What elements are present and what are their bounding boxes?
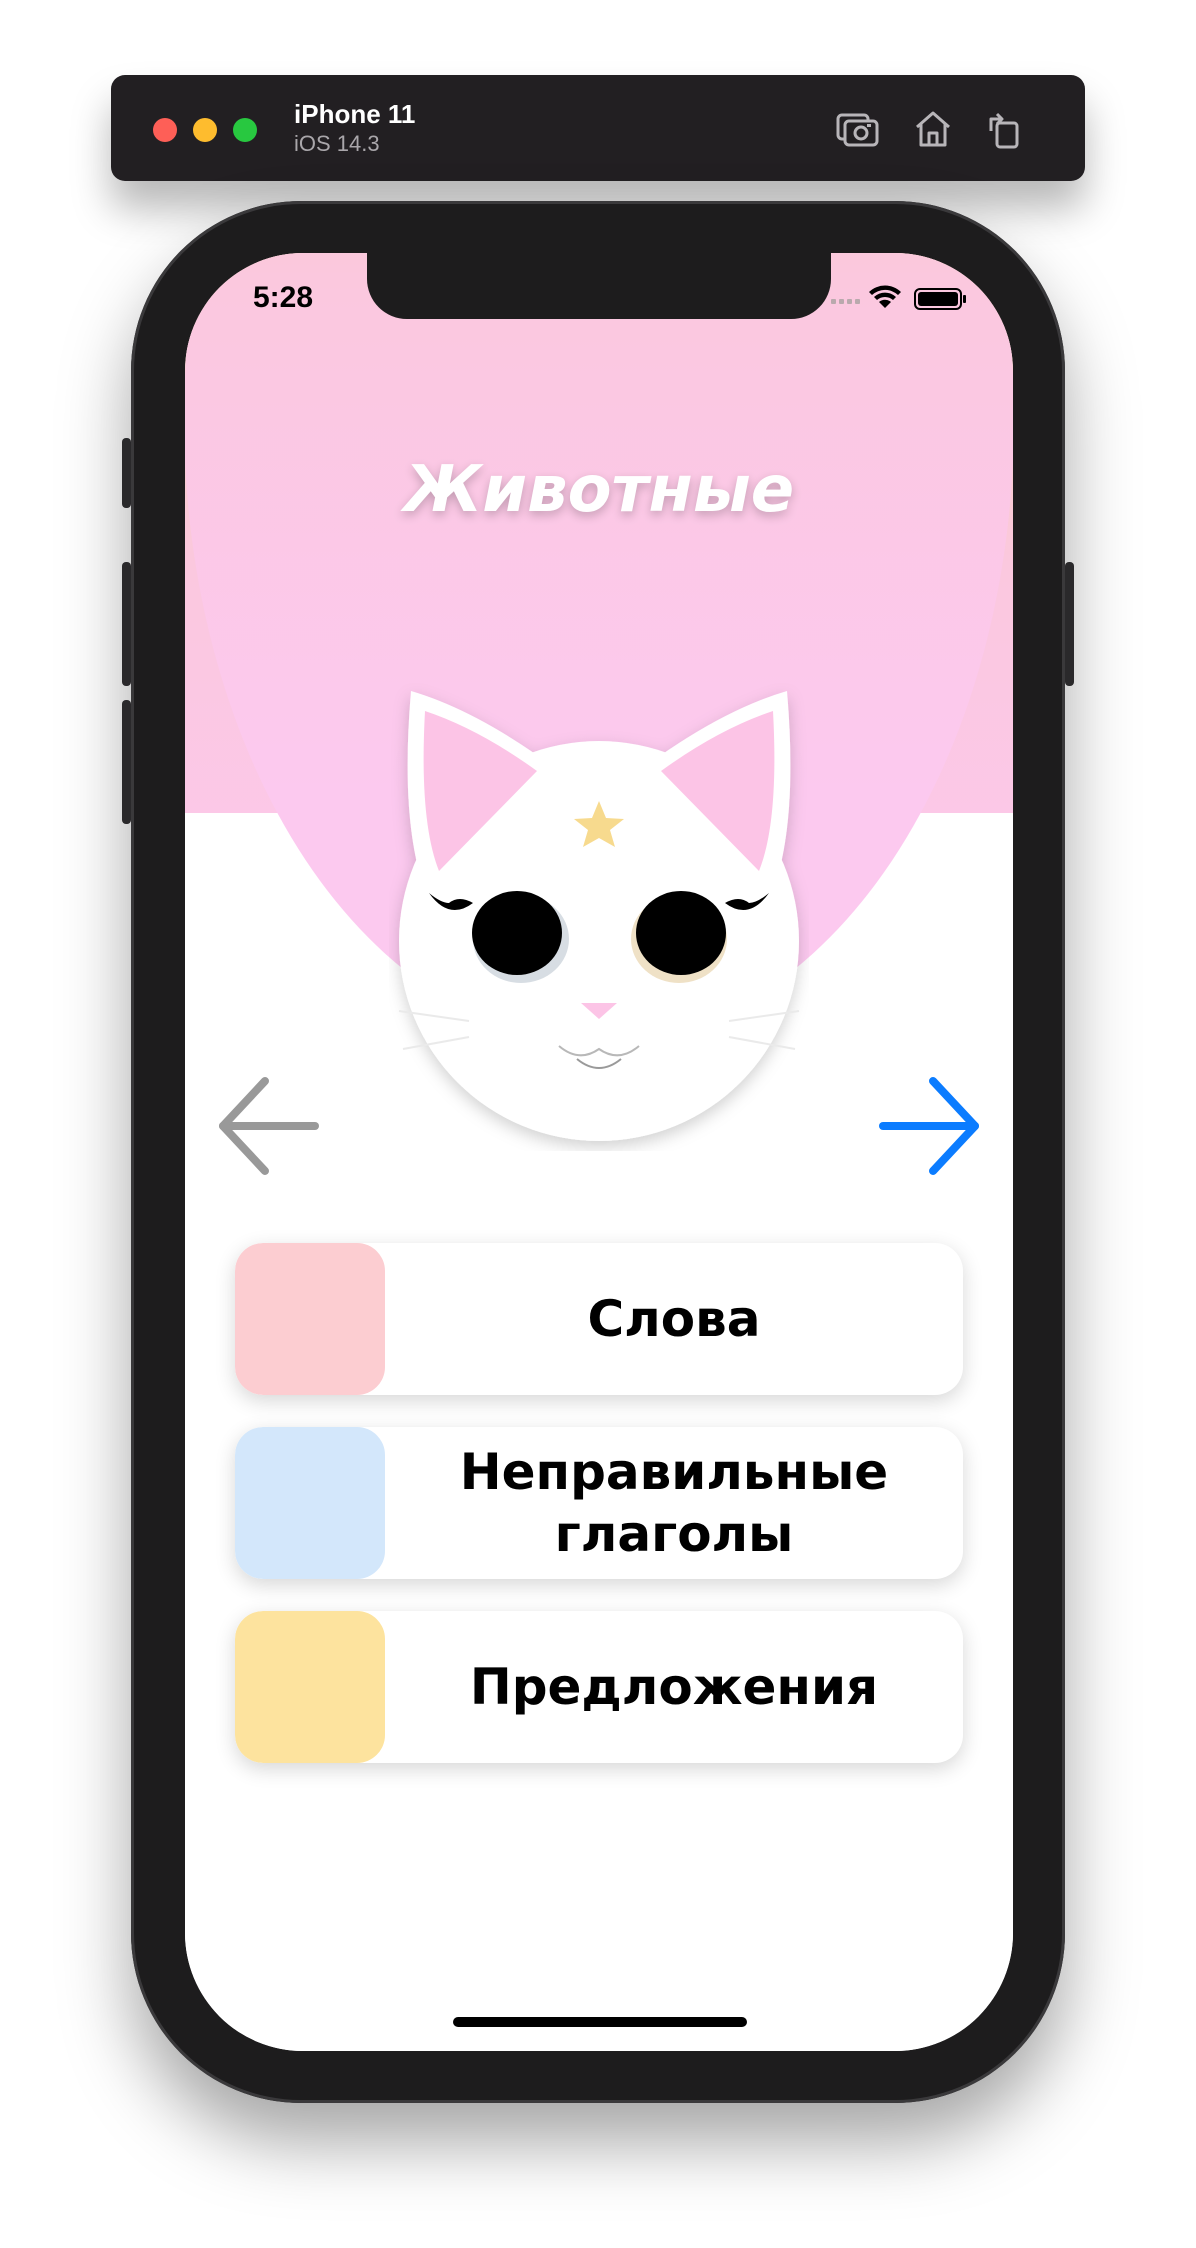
- menu-item-label: Предложения: [469, 1658, 879, 1716]
- status-time: 5:28: [253, 281, 314, 314]
- cat-illustration: [389, 681, 809, 1151]
- menu-item-words[interactable]: Слова: [235, 1243, 963, 1395]
- menu-item-label: Неправильные глаголы: [459, 1443, 889, 1563]
- category-title: Животные: [403, 453, 795, 527]
- home-indicator[interactable]: [453, 2017, 747, 2027]
- arrow-left-icon: [219, 1077, 319, 1175]
- volume-up-button: [122, 562, 131, 686]
- zoom-window-button[interactable]: [233, 118, 257, 142]
- card-color-swatch: [235, 1243, 385, 1395]
- screenshot-icon[interactable]: [833, 105, 881, 153]
- previous-arrow-button[interactable]: [215, 1073, 321, 1179]
- battery-icon: [914, 288, 966, 310]
- wifi-icon: [869, 285, 901, 308]
- volume-down-button: [122, 700, 131, 824]
- simulator-toolbar: iPhone 11 iOS 14.3: [111, 75, 1085, 181]
- minimize-window-button[interactable]: [193, 118, 217, 142]
- arrow-right-icon: [879, 1077, 979, 1175]
- silent-switch: [122, 438, 131, 508]
- signal-icon: [831, 299, 860, 304]
- os-version: iOS 14.3: [294, 131, 380, 156]
- card-color-swatch: [235, 1611, 385, 1763]
- rotate-icon[interactable]: [981, 105, 1029, 153]
- close-window-button[interactable]: [153, 118, 177, 142]
- card-color-swatch: [235, 1427, 385, 1579]
- menu-item-irregular-verbs[interactable]: Неправильные глаголы: [235, 1427, 963, 1579]
- app-screen: 5:28 Животные Слова Неправильные глаголы…: [185, 253, 1013, 2051]
- notch: [367, 253, 831, 319]
- menu-item-sentences[interactable]: Предложения: [235, 1611, 963, 1763]
- status-icons: [829, 283, 979, 313]
- next-arrow-button[interactable]: [877, 1073, 983, 1179]
- menu-item-label: Слова: [587, 1290, 761, 1348]
- power-button: [1065, 562, 1074, 686]
- home-icon[interactable]: [909, 105, 957, 153]
- device-name: iPhone 11: [294, 99, 416, 129]
